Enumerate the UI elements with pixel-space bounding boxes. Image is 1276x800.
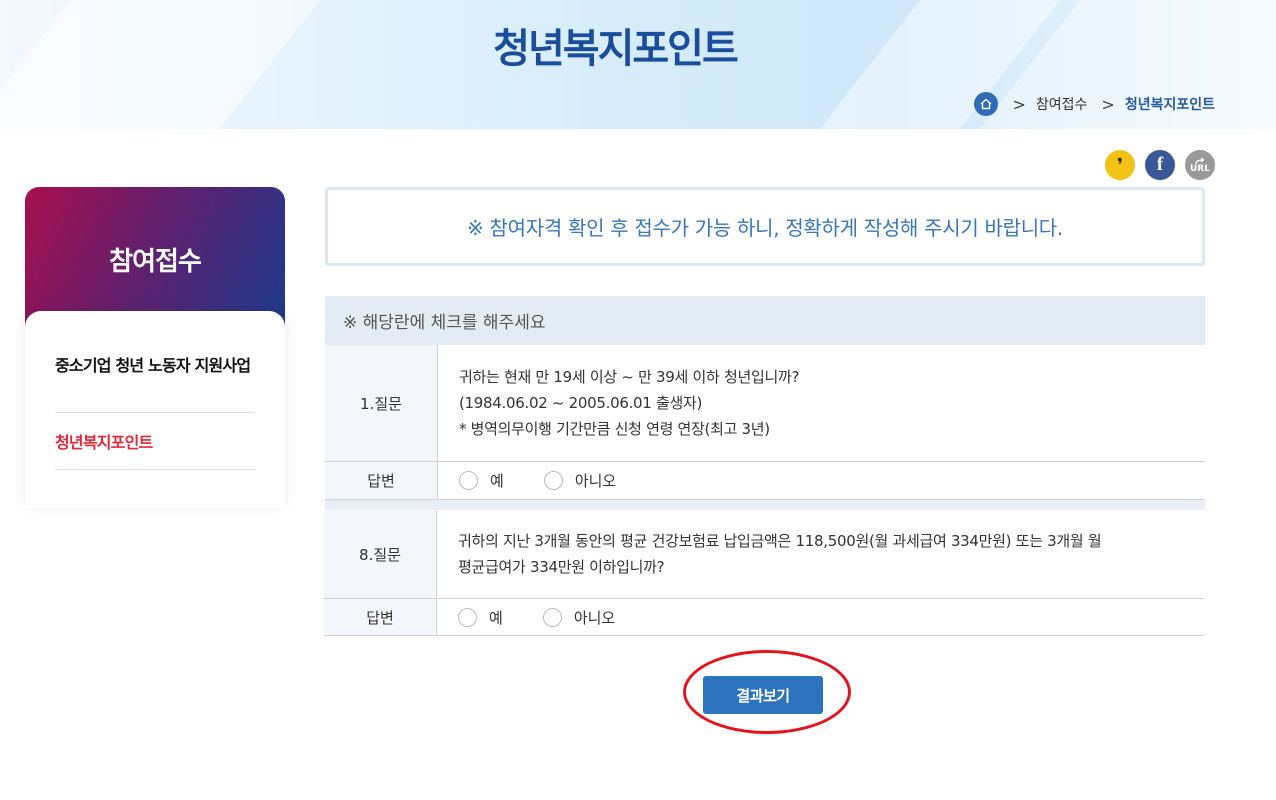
question-line: (1984.06.02 ~ 2005.06.01 출생자) bbox=[459, 394, 703, 412]
question-label: 1.질문 bbox=[325, 345, 438, 461]
sidebar-header: 참여접수 bbox=[25, 187, 285, 331]
question-row: 1.질문 귀하는 현재 만 19세 이상 ~ 만 39세 이하 청년입니까? (… bbox=[325, 345, 1205, 462]
radio-label: 예 bbox=[489, 608, 503, 627]
eligibility-notice: ※ 참여자격 확인 후 접수가 가능 하니, 정확하게 작성해 주시기 바랍니다… bbox=[325, 187, 1205, 266]
answer-options: 예 아니오 bbox=[437, 599, 1204, 635]
sidebar: 참여접수 중소기업 청년 노동자 지원사업 청년복지포인트 bbox=[0, 150, 312, 508]
question-label: 8.질문 bbox=[324, 510, 437, 598]
radio-circle-icon[interactable] bbox=[542, 607, 562, 627]
breadcrumb: > 참여접수 > 청년복지포인트 bbox=[974, 92, 1215, 116]
share-bar: ❜ f URL bbox=[1105, 150, 1215, 180]
answer-label: 답변 bbox=[325, 462, 438, 499]
section-divider bbox=[325, 500, 1205, 510]
facebook-share-button[interactable]: f bbox=[1145, 150, 1175, 180]
answer-yes-radio[interactable]: 예 bbox=[459, 470, 504, 491]
hero-banner: 청년복지포인트 > 참여접수 > 청년복지포인트 bbox=[0, 0, 1276, 129]
answer-options: 예 아니오 bbox=[438, 462, 1205, 499]
answer-yes-radio[interactable]: 예 bbox=[458, 607, 503, 628]
breadcrumb-item-participation[interactable]: 참여접수 bbox=[1036, 94, 1088, 114]
home-icon[interactable] bbox=[974, 92, 999, 116]
answer-row: 답변 예 아니오 bbox=[324, 599, 1204, 636]
breadcrumb-separator: > bbox=[1012, 94, 1026, 114]
radio-circle-icon[interactable] bbox=[459, 471, 478, 490]
question-text: 귀하의 지난 3개월 동안의 평균 건강보험료 납입금액은 118,500원(월… bbox=[437, 510, 1204, 598]
answer-no-radio[interactable]: 아니오 bbox=[543, 470, 617, 491]
question-text: 귀하는 현재 만 19세 이상 ~ 만 39세 이하 청년입니까? (1984.… bbox=[438, 345, 1205, 461]
question-line: 귀하는 현재 만 19세 이상 ~ 만 39세 이하 청년입니까? bbox=[459, 368, 800, 386]
check-instruction: ※ 해당란에 체크를 해주세요 bbox=[325, 296, 1205, 345]
radio-circle-icon[interactable] bbox=[543, 471, 563, 490]
sidebar-item-sme-youth-worker[interactable]: 중소기업 청년 노동자 지원사업 bbox=[55, 357, 255, 375]
radio-label: 아니오 bbox=[573, 608, 616, 627]
sidebar-title: 참여접수 bbox=[109, 247, 202, 277]
question-row: 8.질문 귀하의 지난 3개월 동안의 평균 건강보험료 납입금액은 118,5… bbox=[324, 510, 1204, 599]
question-block-1: 1.질문 귀하는 현재 만 19세 이상 ~ 만 39세 이하 청년입니까? (… bbox=[325, 345, 1205, 500]
facebook-icon: f bbox=[1156, 154, 1164, 175]
view-result-button[interactable]: 결과보기 bbox=[703, 676, 823, 714]
breadcrumb-separator: > bbox=[1101, 94, 1115, 114]
breadcrumb-item-current[interactable]: 청년복지포인트 bbox=[1125, 94, 1215, 114]
answer-label: 답변 bbox=[324, 599, 437, 635]
sidebar-divider bbox=[55, 469, 255, 470]
radio-label: 예 bbox=[490, 472, 504, 490]
question-line: * 병역의무이행 기간만큼 신청 연령 연장(최고 3년) bbox=[459, 420, 770, 438]
kakao-share-button[interactable]: ❜ bbox=[1105, 150, 1135, 180]
url-copy-button[interactable]: URL bbox=[1185, 150, 1215, 180]
sidebar-item-youth-welfare-point[interactable]: 청년복지포인트 bbox=[55, 429, 255, 453]
page-title: 청년복지포인트 bbox=[493, 26, 739, 72]
question-line: 평균급여가 334만원 이하입니까? bbox=[458, 558, 665, 576]
answer-no-radio[interactable]: 아니오 bbox=[542, 607, 616, 628]
kakao-icon: ❜ bbox=[1116, 154, 1124, 176]
radio-circle-icon[interactable] bbox=[458, 607, 477, 627]
sidebar-menu: 중소기업 청년 노동자 지원사업 청년복지포인트 bbox=[25, 311, 285, 508]
question-line: 귀하의 지난 3개월 동안의 평균 건강보험료 납입금액은 118,500원(월… bbox=[458, 532, 1102, 550]
radio-label: 아니오 bbox=[574, 472, 617, 490]
url-label: URL bbox=[1190, 163, 1210, 174]
answer-row: 답변 예 아니오 bbox=[325, 462, 1205, 500]
sidebar-divider bbox=[55, 412, 255, 413]
question-block-8: 8.질문 귀하의 지난 3개월 동안의 평균 건강보험료 납입금액은 118,5… bbox=[324, 510, 1204, 636]
